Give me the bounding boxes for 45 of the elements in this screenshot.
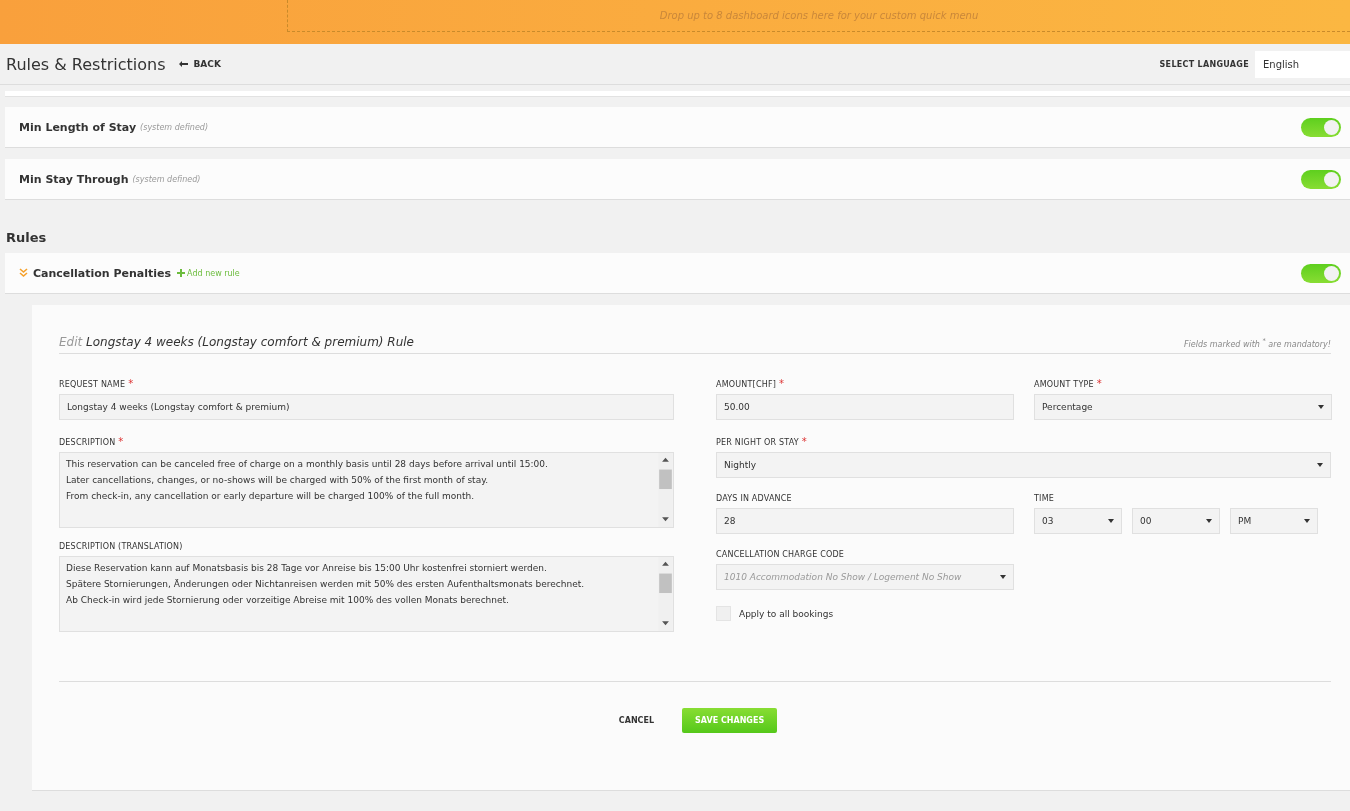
plus-icon [177, 269, 186, 277]
caret-icon [1317, 463, 1323, 467]
field-label: DAYS IN ADVANCE [716, 494, 793, 503]
field-label: PER NIGHT OR STAY * [716, 436, 809, 447]
field-label: AMOUNT[CHF] * [716, 378, 786, 389]
field-label: REQUEST NAME * [59, 378, 135, 389]
mandatory-note: Fields marked with $^{*}$ are mandatory! [1184, 337, 1331, 349]
translation-field[interactable]: Diese Reservation kann auf Monatsbasis bis 28 Tage vor Anreise bis 15:00 Uhr kostenfrei storniert werden. Spätere Stornierungen, Änderungen oder Nichtanreisen werden mit 50% des ersten Aufenthaltsmonats berechnet. Ab Check-in wird jede Stornierung oder vorzeitige Abreise mit 100% des vollen Monats berechnet. [59, 556, 674, 632]
ampm-select[interactable]: PM [1230, 508, 1318, 534]
days-field[interactable]: 28 [716, 508, 1014, 534]
per-night-select[interactable]: Nightly [716, 452, 1331, 478]
language-label: SELECT LANGUAGE [1159, 59, 1249, 69]
minute-select[interactable]: 00 [1132, 508, 1220, 534]
caret-icon [1108, 519, 1114, 523]
field-label: DESCRIPTION * [59, 436, 125, 447]
restriction-name: Min Length of Stay [19, 120, 137, 134]
toggle-switch[interactable] [1301, 169, 1341, 189]
amount-field[interactable]: 50.00 [716, 394, 1014, 420]
field-label: CANCELLATION CHARGE CODE [716, 550, 846, 559]
toggle-switch[interactable] [1301, 263, 1341, 283]
hour-select[interactable]: 03 [1034, 508, 1122, 534]
field-label: DESCRIPTION (TRANSLATION) [59, 542, 184, 551]
description-field[interactable]: This reservation can be canceled free of charge on a monthly basis until 28 days before arrival until 15:00. Later cancellations, changes, or no-shows will be charged with 50% of the first month of stay. From check-in, any cancellation or early departure will be charged 100% of the full month. [59, 452, 674, 528]
editor-title: Edit Longstay 4 weeks (Longstay comfort & premium) Rule [59, 335, 414, 349]
chevron-icon[interactable] [19, 268, 28, 278]
restriction-name: Min Stay Through [19, 172, 129, 186]
restriction-note: (system defined) [140, 122, 209, 132]
caret-icon [1206, 519, 1212, 523]
section-heading: Rules [6, 230, 48, 245]
page-title: Rules & Restrictions [6, 54, 166, 74]
cancel-button[interactable]: CANCEL [612, 715, 661, 726]
field-label: AMOUNT TYPE * [1034, 378, 1103, 389]
rule-group-name: Cancellation Penalties [33, 266, 172, 280]
amount-type-select[interactable]: Percentage [1034, 394, 1332, 420]
language-select[interactable]: English [1255, 50, 1350, 78]
checkbox-label: Apply to all bookings [739, 608, 834, 619]
caret-icon [1000, 575, 1006, 579]
field-label: TIME [1034, 494, 1055, 503]
caret-icon [1304, 519, 1310, 523]
back-link[interactable]: BACK [179, 59, 221, 69]
toggle-switch[interactable] [1301, 117, 1341, 137]
caret-icon [1318, 405, 1324, 409]
request-name-field[interactable]: Longstay 4 weeks (Longstay comfort & premium) [59, 394, 674, 420]
restriction-note: (system defined) [132, 174, 201, 184]
arrow-left-icon [179, 61, 189, 67]
